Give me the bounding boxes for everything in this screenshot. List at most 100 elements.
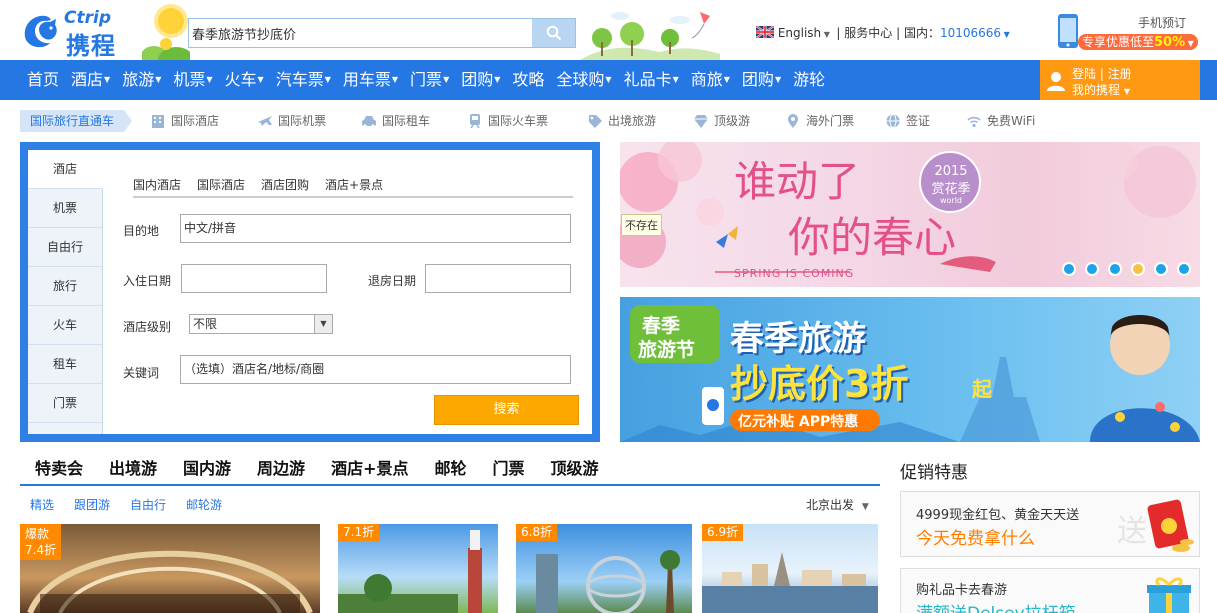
subnav-item[interactable]: 国际租车 xyxy=(361,110,430,132)
product-tab[interactable]: 机票 xyxy=(28,189,102,228)
category-tab[interactable]: 周边游 xyxy=(244,455,318,484)
nav-item[interactable]: 游轮 xyxy=(787,60,831,100)
nav-item-label: 游轮 xyxy=(793,70,826,89)
departure-city-select[interactable]: 北京出发 ▼ xyxy=(806,495,869,517)
category-tab[interactable]: 顶级游 xyxy=(538,455,612,484)
car-icon xyxy=(362,116,376,128)
login-box[interactable]: 登陆 | 注册 我的携程 ▼ xyxy=(1040,60,1200,100)
nav-item[interactable]: 门票 ▼ xyxy=(404,60,455,100)
spring-flower-banner[interactable]: 谁动了 你的春心 2015 赏花季 world SPRING IS COMING… xyxy=(620,142,1200,287)
hotel-type-tab[interactable]: 酒店+景点 xyxy=(317,172,391,196)
destination-input[interactable]: 中文/拼音 xyxy=(180,214,571,243)
phone-promo-text: 专享优惠低至 xyxy=(1082,35,1155,49)
spring-travel-festival-banner[interactable]: 春季 旅游节 春季旅游 抄底价3折 起 亿元补贴 APP特惠 xyxy=(620,297,1200,442)
checkout-date-input[interactable] xyxy=(425,264,571,293)
chevron-down-icon: ▼ xyxy=(861,502,869,512)
subcategory-tab[interactable]: 跟团游 xyxy=(74,495,110,515)
banner1-badge: 赏花季 xyxy=(931,182,971,197)
chevron-down-icon: ▼ xyxy=(206,75,213,84)
banner2-badge-line2: 旅游节 xyxy=(638,339,696,361)
my-trips-link[interactable]: 我的携程 ▼ xyxy=(1072,81,1130,98)
subnav-item[interactable]: 国际酒店 xyxy=(150,110,219,132)
carousel-dot[interactable] xyxy=(1177,262,1191,276)
hotel-search-button[interactable]: 搜索 xyxy=(434,395,579,425)
nav-item[interactable]: 火车 ▼ xyxy=(219,60,270,100)
subnav-item[interactable]: 顶级游 xyxy=(693,110,750,132)
main-nav: 首页 酒店 ▼ 旅游 ▼ 机票 ▼ 火车 ▼ 汽车票 ▼ 用车票 ▼ 门票 ▼ 团购 ▼ 攻略 全球购 ▼ 礼品卡 ▼ 商旅… xyxy=(0,60,1217,100)
hotel-type-tab[interactable]: 国际酒店 xyxy=(189,172,253,196)
carousel-dot[interactable] xyxy=(1131,262,1145,276)
promo-card[interactable]: 4999现金红包、黄金天天送 今天免费拿什么 送 xyxy=(900,491,1200,557)
category-tab[interactable]: 邮轮 xyxy=(421,455,479,484)
hotel-type-tab[interactable]: 酒店团购 xyxy=(253,172,317,196)
nav-item[interactable]: 全球购 ▼ xyxy=(550,60,617,100)
nav-item[interactable]: 首页 xyxy=(21,60,65,100)
subnav-item-label: 国际租车 xyxy=(382,114,431,128)
nav-item[interactable]: 旅游 ▼ xyxy=(116,60,167,100)
subcategory-tab[interactable]: 精选 xyxy=(30,495,54,515)
product-tab[interactable]: 自由行 xyxy=(28,228,102,267)
nav-item-label: 旅游 xyxy=(122,70,155,89)
gift-box-icon xyxy=(1147,577,1191,613)
nav-item[interactable]: 酒店 ▼ xyxy=(65,60,116,100)
discount-badge: 7.1折 xyxy=(338,524,380,541)
product-subcategory-tabs: 精选 跟团游 自由行 邮轮游 xyxy=(20,495,242,515)
nav-item-label: 首页 xyxy=(27,70,60,89)
product-tab[interactable]: 火车 xyxy=(28,306,102,345)
hotline-number[interactable]: 10106666 xyxy=(940,26,1001,40)
carousel-dot[interactable] xyxy=(1108,262,1122,276)
carousel-dot[interactable] xyxy=(1154,262,1168,276)
deal-thumb[interactable]: 7.1折 xyxy=(338,524,498,613)
intl-travel-subnav: 国际旅行直通车 国际酒店 国际机票 国际租车 国际火车票 出境旅游 顶级游 海外门票 签证 免费… xyxy=(20,110,1200,132)
nav-item[interactable]: 用车票 ▼ xyxy=(337,60,404,100)
subcategory-tab[interactable]: 自由行 xyxy=(130,495,166,515)
category-tab[interactable]: 特卖会 xyxy=(20,455,96,484)
chevron-down-icon: ▼ xyxy=(104,75,111,84)
category-tab[interactable]: 出境游 xyxy=(96,455,170,484)
subnav-item[interactable]: 海外门票 xyxy=(785,110,854,132)
login-register-link[interactable]: 登陆 | 注册 xyxy=(1072,65,1132,82)
deal-thumb[interactable]: 6.9折 xyxy=(702,524,878,613)
promo-card[interactable]: 购礼品卡去春游 满额送Delsey拉杆箱 xyxy=(900,568,1200,613)
product-tab[interactable]: 酒店 xyxy=(28,150,103,189)
ctrip-logo[interactable]: Ctrip 携程 xyxy=(20,8,138,60)
hotel-type-tab[interactable]: 国内酒店 xyxy=(133,172,189,196)
subcategory-tab[interactable]: 邮轮游 xyxy=(186,495,222,515)
building-icon xyxy=(152,115,164,128)
product-tab[interactable]: 旅行 xyxy=(28,267,102,306)
keyword-label: 关键词 xyxy=(123,366,160,380)
subnav-item[interactable]: 国际机票 xyxy=(257,110,326,132)
mobile-booking-promo[interactable]: 手机预订 专享优惠低至50% ▼ xyxy=(1050,12,1200,52)
hotel-level-select[interactable]: 不限 ▼ xyxy=(189,314,333,334)
subnav-item[interactable]: 签证 xyxy=(885,110,930,132)
banner1-year: 2015 xyxy=(934,164,968,179)
category-tab[interactable]: 国内游 xyxy=(170,455,244,484)
subnav-item[interactable]: 免费WiFi xyxy=(966,110,1035,132)
category-tab[interactable]: 门票 xyxy=(480,455,538,484)
carousel-dot[interactable] xyxy=(1062,262,1076,276)
checkin-date-input[interactable] xyxy=(181,264,327,293)
deal-thumb[interactable]: 6.8折 xyxy=(516,524,692,613)
nav-item[interactable]: 机票 ▼ xyxy=(167,60,218,100)
nav-item[interactable]: 攻略 xyxy=(506,60,550,100)
subnav-item[interactable]: 国际火车票 xyxy=(467,110,548,132)
subnav-item[interactable]: 出境旅游 xyxy=(587,110,656,132)
language-switch[interactable]: English xyxy=(778,26,821,40)
discount-badge-top: 爆款 xyxy=(25,527,50,541)
nav-item[interactable]: 汽车票 ▼ xyxy=(270,60,337,100)
nav-item[interactable]: 团购 ▼ xyxy=(455,60,506,100)
service-center-link[interactable]: | 服务中心 | 国内： xyxy=(836,26,940,40)
search-button[interactable] xyxy=(532,19,575,47)
train-icon xyxy=(470,114,480,129)
keyword-input[interactable]: （选填）酒店名/地标/商圈 xyxy=(180,355,571,384)
nav-item[interactable]: 商旅 ▼ xyxy=(685,60,736,100)
product-tab[interactable]: 门票 xyxy=(28,384,102,423)
nav-item[interactable]: 礼品卡 ▼ xyxy=(618,60,685,100)
carousel-dot[interactable] xyxy=(1085,262,1099,276)
deal-thumb[interactable]: 爆款 7.4折 xyxy=(20,524,320,613)
product-tab[interactable]: 租车 xyxy=(28,345,102,384)
category-tab[interactable]: 酒店+景点 xyxy=(318,455,421,484)
nav-item[interactable]: 团购 ▼ xyxy=(736,60,787,100)
intl-direct-label: 国际旅行直通车 xyxy=(20,110,133,132)
search-input[interactable] xyxy=(189,19,532,47)
